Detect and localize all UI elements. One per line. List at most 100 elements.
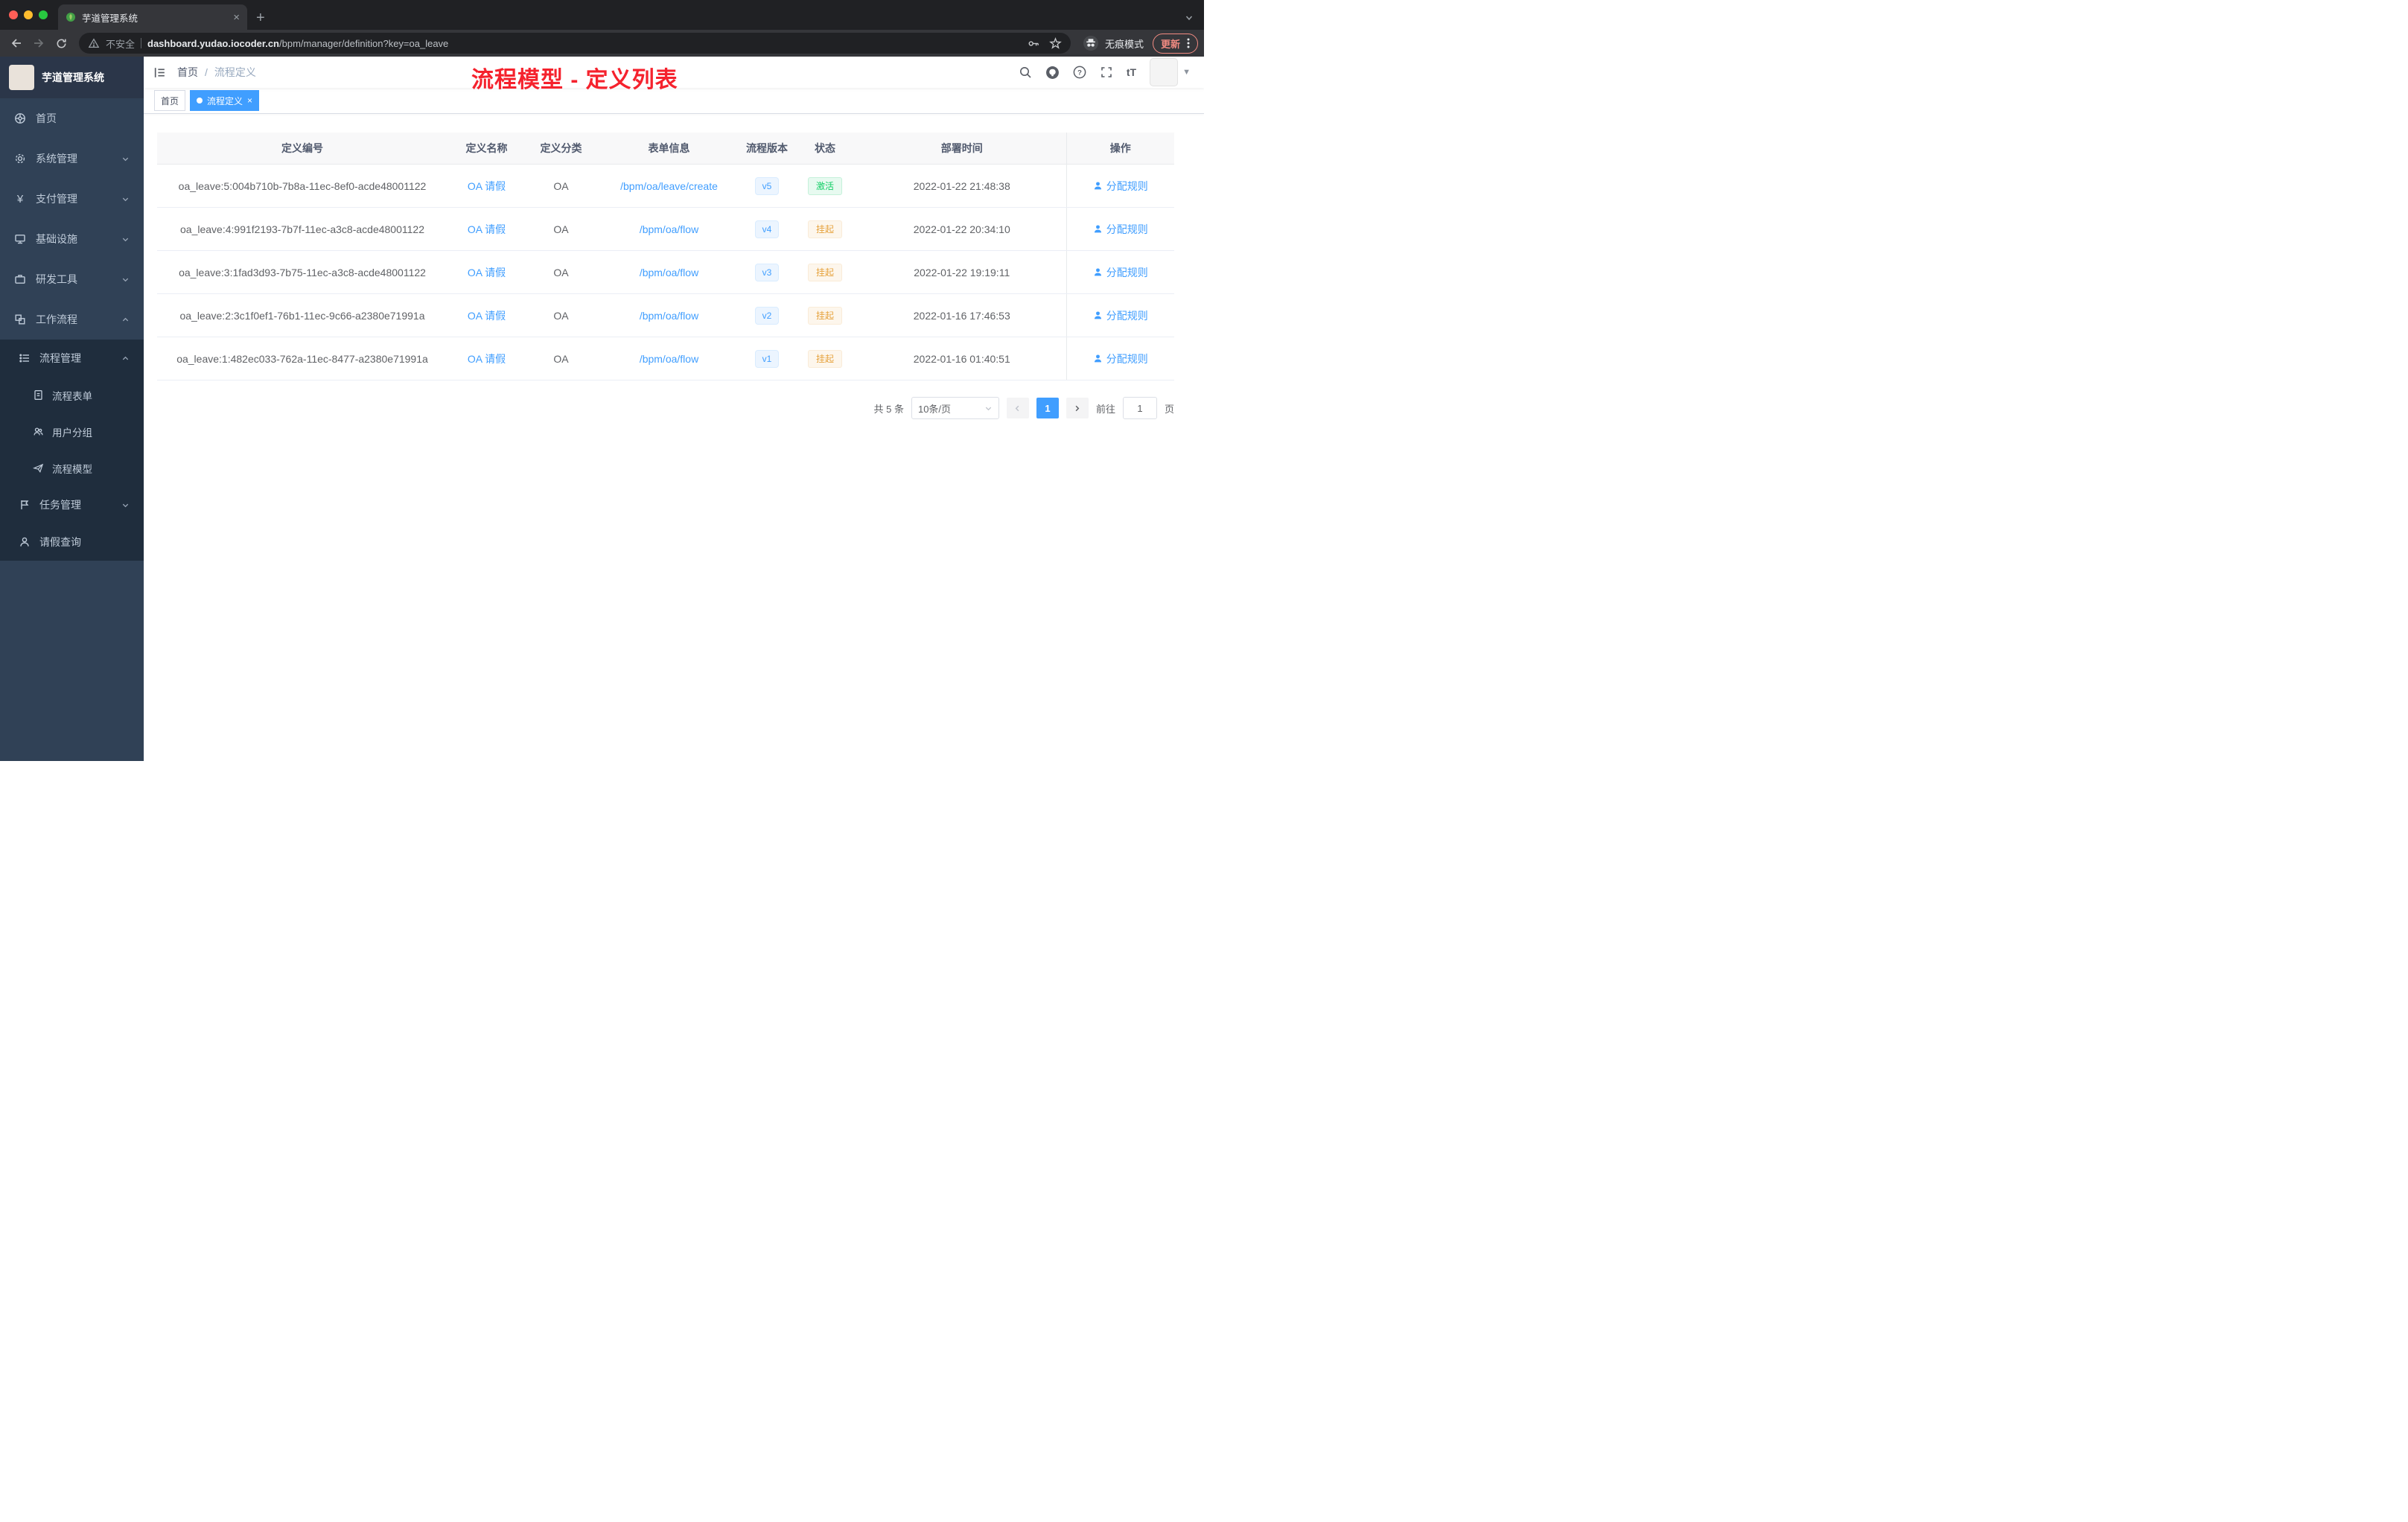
definition-name-link[interactable]: OA 请假 [468, 267, 506, 278]
security-label: 不安全 [106, 38, 136, 50]
sidebar-item-leave-query[interactable]: 请假查询 [0, 523, 144, 561]
search-icon[interactable] [1019, 66, 1032, 79]
incognito-badge: 无痕模式 [1083, 35, 1144, 51]
user-menu[interactable]: ▼ [1150, 58, 1191, 86]
tag-process-definition[interactable]: 流程定义 × [190, 90, 260, 111]
form-info-link[interactable]: /bpm/oa/flow [640, 310, 698, 322]
page-size-select[interactable]: 10条/页 [911, 397, 999, 419]
breadcrumb-current: 流程定义 [214, 66, 256, 78]
sidebar-item-task-management[interactable]: 任务管理 [0, 486, 144, 523]
sidebar-item-user-group[interactable]: 用户分组 [0, 413, 144, 450]
cell-definition-category: OA [526, 250, 596, 294]
form-info-link[interactable]: /bpm/oa/flow [640, 267, 698, 278]
cell-definition-name: OA 请假 [447, 337, 526, 380]
new-tab-button[interactable]: + [256, 10, 265, 25]
monitor-icon [15, 235, 25, 244]
user-icon [1094, 268, 1101, 276]
bookmark-star-icon[interactable] [1049, 36, 1062, 50]
font-size-icon[interactable]: tT [1127, 66, 1136, 78]
sidebar-item-process-form[interactable]: 流程表单 [0, 377, 144, 413]
breadcrumb-home[interactable]: 首页 [177, 65, 198, 80]
cell-definition-category: OA [526, 207, 596, 251]
definition-name-link[interactable]: OA 请假 [468, 180, 506, 192]
sidebar-item-infrastructure[interactable]: 基础设施 [0, 219, 144, 259]
cell-deploy-time: 2022-01-16 17:46:53 [858, 293, 1066, 337]
version-badge: v1 [754, 349, 780, 368]
tag-home[interactable]: 首页 [154, 90, 186, 111]
workflow-icon [15, 314, 25, 325]
flag-icon [21, 500, 29, 509]
next-page-button[interactable] [1066, 398, 1089, 418]
page-unit-label: 页 [1164, 403, 1174, 415]
definition-name-link[interactable]: OA 请假 [468, 223, 506, 235]
not-secure-warning-icon [88, 38, 100, 48]
sidebar-item-home[interactable]: 首页 [0, 98, 144, 138]
status-badge: 挂起 [807, 263, 842, 281]
forward-button[interactable] [28, 33, 49, 54]
cell-form-info: /bpm/oa/flow [596, 337, 742, 380]
prev-page-button[interactable] [1006, 398, 1029, 418]
yen-icon: ¥ [16, 192, 24, 206]
dashboard-icon [15, 113, 25, 124]
assign-rule-link[interactable]: 分配规则 [1093, 351, 1148, 366]
definition-name-link[interactable]: OA 请假 [468, 310, 506, 322]
assign-rule-link[interactable]: 分配规则 [1093, 308, 1148, 323]
cell-form-info: /bpm/oa/leave/create [596, 164, 742, 208]
chevron-down-icon [121, 235, 130, 243]
window-controls [0, 0, 58, 30]
sidebar-item-payment[interactable]: ¥ 支付管理 [0, 179, 144, 219]
browser-tab[interactable]: 芋道管理系统 × [58, 4, 247, 30]
form-info-link[interactable]: /bpm/oa/flow [640, 223, 698, 235]
table-row: oa_leave:5:004b710b-7b8a-11ec-8ef0-acde4… [157, 164, 1174, 208]
reload-button[interactable] [51, 33, 71, 54]
svg-text:?: ? [1077, 69, 1082, 77]
back-button[interactable] [6, 33, 27, 54]
page-content: 定义编号 定义名称 定义分类 表单信息 流程版本 状态 部署时间 操作 oa_l… [144, 114, 1204, 761]
definition-name-link[interactable]: OA 请假 [468, 353, 506, 365]
tab-close-icon[interactable]: × [233, 11, 240, 24]
cell-definition-id: oa_leave:5:004b710b-7b8a-11ec-8ef0-acde4… [157, 164, 447, 208]
sidebar-item-process-model[interactable]: 流程模型 [0, 450, 144, 486]
github-icon[interactable] [1045, 66, 1060, 80]
breadcrumb: 首页 / 流程定义 [177, 65, 256, 80]
chevron-up-icon [121, 316, 130, 324]
col-status: 状态 [792, 133, 858, 165]
maximize-window-button[interactable] [39, 10, 48, 19]
user-icon [1094, 311, 1101, 319]
cell-form-info: /bpm/oa/flow [596, 207, 742, 251]
cell-deploy-time: 2022-01-22 20:34:10 [858, 207, 1066, 251]
browser-update-button[interactable]: 更新 [1152, 33, 1198, 54]
browser-menu-icon[interactable] [1187, 37, 1190, 49]
tag-close-icon[interactable]: × [247, 95, 252, 106]
cell-definition-category: OA [526, 164, 596, 208]
fullscreen-icon[interactable] [1100, 66, 1113, 79]
minimize-window-button[interactable] [24, 10, 33, 19]
sidebar-item-workflow[interactable]: 工作流程 [0, 299, 144, 340]
assign-rule-link[interactable]: 分配规则 [1093, 265, 1148, 280]
help-icon[interactable]: ? [1073, 66, 1086, 79]
screen: 芋道管理系统 × + 不安全 dashboard.yudao.iocoder.c… [0, 0, 1204, 761]
address-bar[interactable]: 不安全 dashboard.yudao.iocoder.cn/bpm/manag… [79, 33, 1071, 54]
form-info-link[interactable]: /bpm/oa/flow [640, 353, 698, 365]
sidebar-item-system[interactable]: 系统管理 [0, 138, 144, 179]
sidebar-item-process-management[interactable]: 流程管理 [0, 340, 144, 377]
form-info-link[interactable]: /bpm/oa/leave/create [620, 180, 718, 192]
assign-rule-link[interactable]: 分配规则 [1093, 179, 1148, 194]
col-deploy-time: 部署时间 [858, 133, 1066, 165]
cell-deploy-time: 2022-01-22 19:19:11 [858, 250, 1066, 294]
sidebar-logo: 芋道管理系统 [0, 57, 144, 98]
cell-definition-name: OA 请假 [447, 293, 526, 337]
password-key-icon[interactable] [1028, 37, 1040, 50]
goto-page-input[interactable] [1122, 397, 1157, 419]
chevron-up-icon [121, 354, 130, 363]
sidebar-item-dev-tools[interactable]: 研发工具 [0, 259, 144, 299]
status-badge: 挂起 [807, 349, 842, 368]
version-badge: v4 [754, 220, 780, 238]
sidebar-collapse-button[interactable] [153, 66, 167, 80]
cell-definition-id: oa_leave:1:482ec033-762a-11ec-8477-a2380… [157, 337, 447, 380]
user-avatar[interactable] [1150, 58, 1179, 86]
assign-rule-link[interactable]: 分配规则 [1093, 222, 1148, 237]
tab-search-chevron-icon[interactable] [1185, 13, 1194, 22]
close-window-button[interactable] [9, 10, 18, 19]
page-number-button[interactable]: 1 [1036, 398, 1059, 418]
